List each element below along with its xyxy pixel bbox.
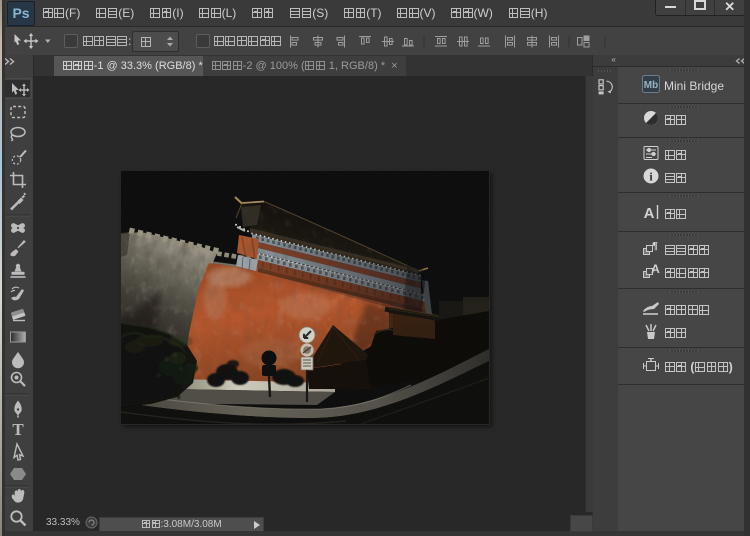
svg-text:A: A [644, 205, 655, 220]
svg-text:Mb: Mb [644, 80, 658, 91]
svg-text:¶: ¶ [652, 240, 658, 252]
svg-text:A: A [651, 263, 660, 276]
svg-text:T: T [12, 420, 24, 439]
